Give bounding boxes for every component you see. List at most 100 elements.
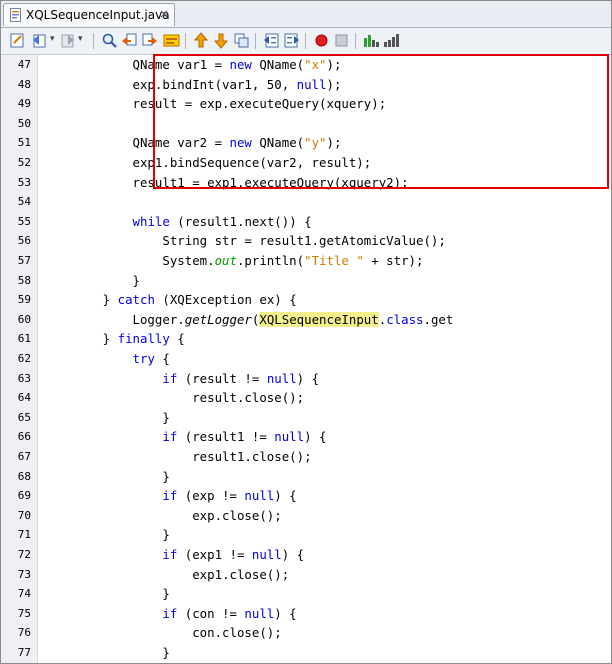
token: } <box>43 586 170 602</box>
token: Logger. <box>43 311 185 327</box>
code-line[interactable]: } <box>43 643 170 663</box>
code-line[interactable]: } <box>43 467 169 487</box>
token: System. <box>43 253 215 268</box>
forward-icon[interactable] <box>59 32 76 49</box>
token: (exp1 != <box>177 547 252 562</box>
token-kw: while <box>132 213 170 229</box>
start-macro-icon[interactable] <box>313 32 330 49</box>
token: result1.close(); <box>43 449 312 464</box>
code-line[interactable]: System.out.println("Title " + str); <box>43 251 423 271</box>
find-previous-icon[interactable] <box>121 32 138 49</box>
comment-icon[interactable] <box>363 32 380 49</box>
token-kw: null <box>251 547 282 562</box>
stop-macro-icon[interactable] <box>333 32 350 49</box>
find-next-icon[interactable] <box>141 32 158 49</box>
token: } <box>43 645 170 660</box>
line-number: 63 <box>17 371 31 385</box>
token: (result != <box>177 370 267 386</box>
code-line[interactable]: String str = result1.getAtomicValue(); <box>43 231 446 251</box>
token: ) { <box>274 605 297 621</box>
token: { <box>154 351 170 366</box>
back-icon[interactable] <box>31 32 48 49</box>
token-kw: if <box>162 370 178 386</box>
token: (XQException ex) { <box>154 292 297 308</box>
close-tab-icon[interactable]: × <box>159 7 169 21</box>
token-kw: catch <box>117 292 155 308</box>
forward-dropdown-icon[interactable]: ▾ <box>78 34 83 44</box>
line-number: 74 <box>17 587 31 601</box>
line-number: 71 <box>17 528 31 542</box>
toolbar-separator <box>355 33 356 49</box>
code-line[interactable]: } finally { <box>43 329 185 349</box>
token-kw: if <box>162 488 178 504</box>
token: ) { <box>296 370 320 386</box>
token-kw: null <box>274 429 305 445</box>
code-line[interactable]: } <box>43 408 170 428</box>
previous-bookmark-icon[interactable] <box>193 32 210 49</box>
code-line[interactable]: } <box>43 525 169 545</box>
line-number: 75 <box>17 606 31 620</box>
shift-left-icon[interactable] <box>263 32 280 49</box>
token: (exp != <box>177 488 245 504</box>
line-number: 65 <box>17 410 31 424</box>
token: { <box>169 331 185 347</box>
token-kw: if <box>162 429 178 445</box>
shift-right-icon[interactable] <box>283 32 300 49</box>
toggle-highlight-icon[interactable] <box>163 32 180 49</box>
back-dropdown-icon[interactable]: ▾ <box>50 34 55 44</box>
code-line[interactable]: } <box>43 584 170 604</box>
code-line[interactable]: if (result != null) { <box>43 369 319 389</box>
toolbar-separator <box>93 33 94 49</box>
line-number: 70 <box>17 508 31 522</box>
token: result.close(); <box>43 390 305 406</box>
line-number: 58 <box>17 273 31 287</box>
toggle-bookmark-icon[interactable] <box>233 32 250 49</box>
token-str: "Title " <box>304 253 364 268</box>
code-line[interactable]: if (exp1 != null) { <box>43 545 304 565</box>
toolbar-separator <box>185 33 186 49</box>
token-it: getLogger <box>184 311 252 327</box>
editor-toolbar: ▾ ▾ <box>1 28 611 55</box>
code-line[interactable]: } catch (XQException ex) { <box>43 290 297 310</box>
java-file-icon <box>10 8 21 22</box>
line-number-gutter: 47 48 49 50 51 52 53 54 55 56 57 58 59 60 61 62 63 64 65 66… <box>1 55 38 663</box>
token: ) { <box>274 488 297 504</box>
find-selection-icon[interactable] <box>101 32 118 49</box>
token: } <box>43 331 118 347</box>
code-line[interactable]: if (con != null) { <box>43 604 297 624</box>
code-line[interactable]: exp.close(); <box>43 506 282 526</box>
last-edit-icon[interactable] <box>9 32 26 49</box>
code-line[interactable]: if (result1 != null) { <box>43 427 327 447</box>
next-bookmark-icon[interactable] <box>213 32 230 49</box>
uncomment-icon[interactable] <box>383 32 400 49</box>
toolbar-separator <box>305 33 306 49</box>
code-line[interactable]: while (result1.next()) { <box>43 212 312 232</box>
line-number: 50 <box>17 116 31 130</box>
token: } <box>43 409 170 425</box>
token-sfield: out <box>214 253 237 268</box>
tab-bar: XQLSequenceInput.java × <box>1 1 611 28</box>
line-number: 52 <box>17 156 31 169</box>
line-number: 56 <box>17 234 31 248</box>
token: (con != <box>177 605 245 621</box>
code-line[interactable]: con.close(); <box>43 623 282 643</box>
tab-xqlsequenceinput[interactable]: XQLSequenceInput.java × <box>3 3 175 26</box>
code-line[interactable]: } <box>43 271 140 291</box>
token-hl: XQLSequenceInput <box>259 311 379 327</box>
code-line[interactable]: result.close(); <box>43 388 304 408</box>
code-line[interactable]: result1.close(); <box>43 447 312 467</box>
code-line[interactable]: exp1.close(); <box>43 565 289 585</box>
line-number: 68 <box>17 469 31 483</box>
line-number: 62 <box>17 352 31 365</box>
token: ) { <box>304 429 327 445</box>
code-line[interactable]: Logger.getLogger(XQLSequenceInput.class.… <box>43 310 453 330</box>
token: } <box>43 272 140 288</box>
token: exp.close(); <box>43 507 282 523</box>
code-line[interactable]: if (exp != null) { <box>43 486 297 506</box>
code-line[interactable]: try { <box>43 349 170 369</box>
